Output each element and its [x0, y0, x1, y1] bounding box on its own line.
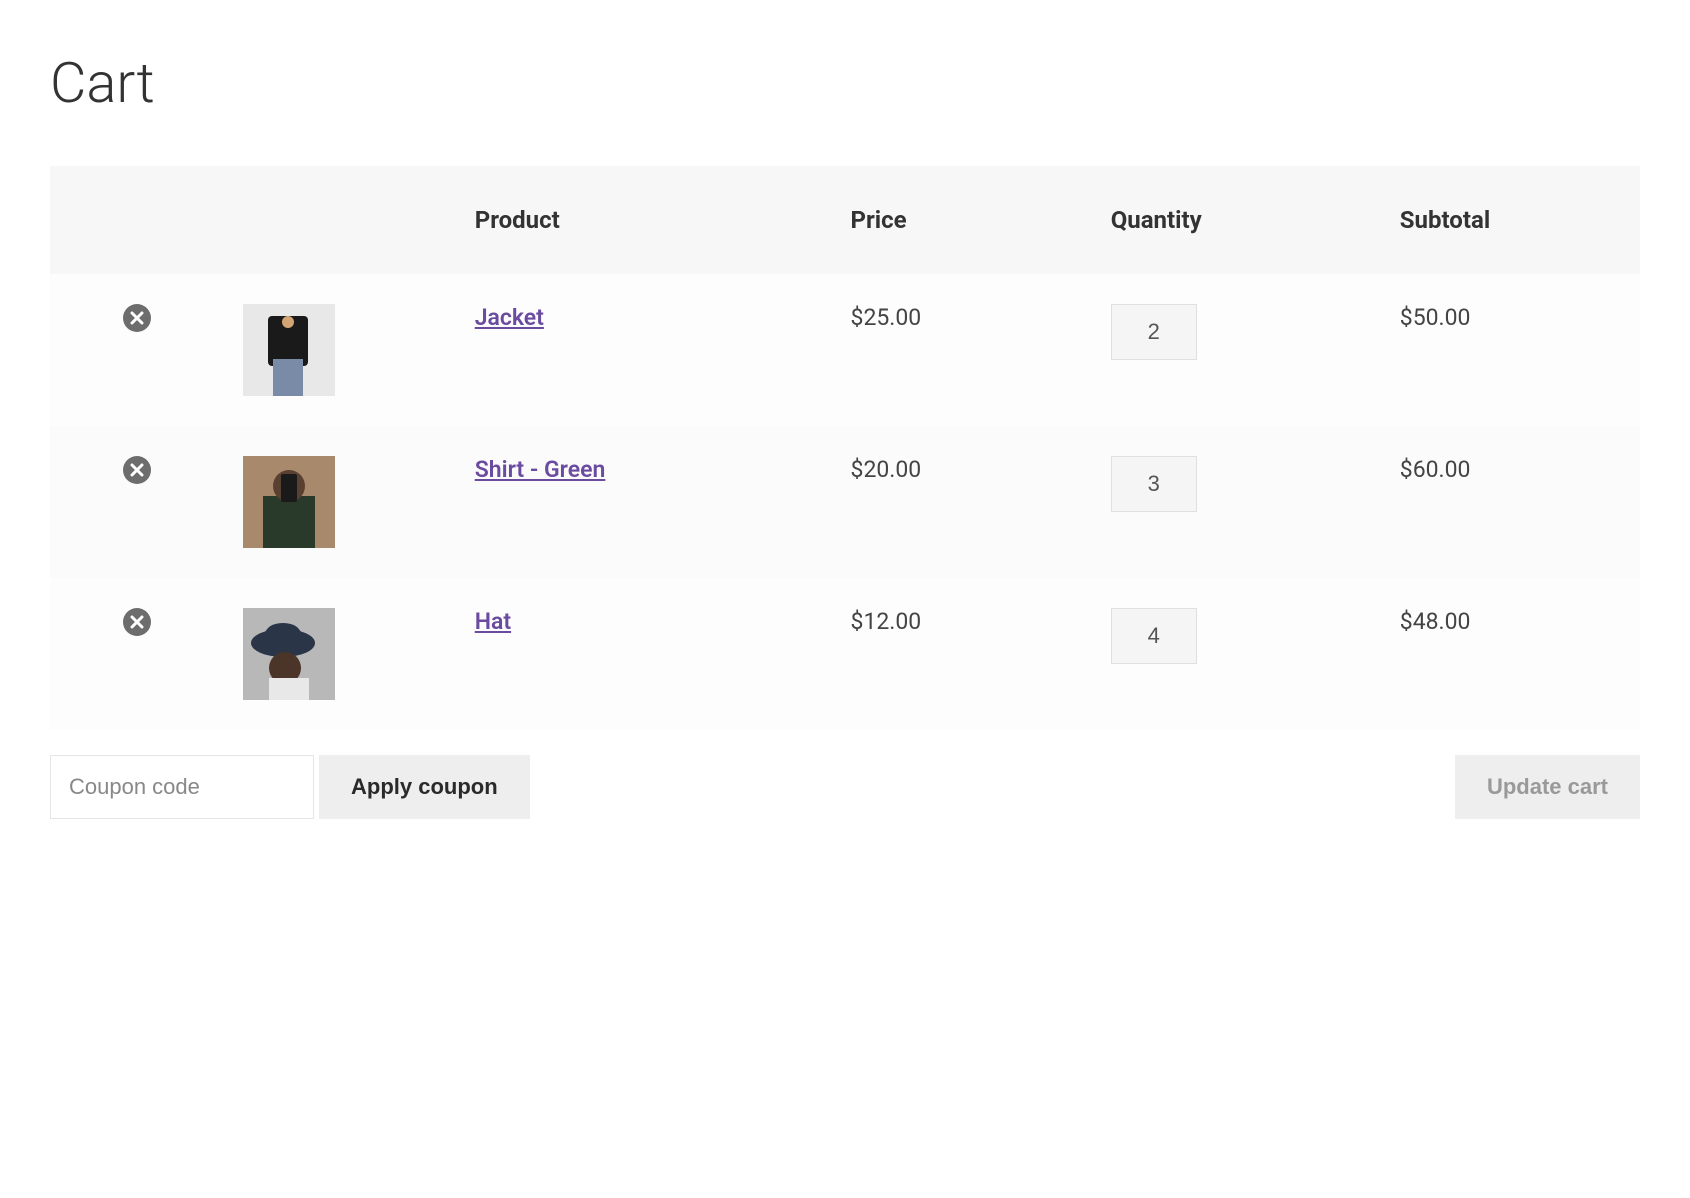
product-link[interactable]: Hat — [475, 608, 511, 635]
quantity-input[interactable] — [1111, 304, 1197, 360]
cart-actions: Apply coupon Update cart — [50, 730, 1640, 819]
product-price: $20.00 — [851, 456, 922, 483]
product-thumbnail[interactable] — [243, 608, 335, 700]
product-price: $25.00 — [851, 304, 922, 331]
close-icon — [130, 615, 144, 629]
quantity-input[interactable] — [1111, 456, 1197, 512]
product-thumbnail[interactable] — [243, 456, 335, 548]
cart-table: Product Price Quantity Subtotal — [50, 166, 1640, 730]
header-thumbnail — [223, 166, 454, 274]
header-price: Price — [831, 166, 1091, 274]
product-link[interactable]: Jacket — [475, 304, 544, 331]
cart-row: Shirt - Green $20.00 $60.00 — [50, 426, 1640, 578]
header-product: Product — [455, 166, 831, 274]
close-icon — [130, 311, 144, 325]
product-subtotal: $48.00 — [1400, 608, 1471, 635]
header-subtotal: Subtotal — [1380, 166, 1640, 274]
header-remove — [50, 166, 223, 274]
product-link[interactable]: Shirt - Green — [475, 456, 606, 483]
apply-coupon-button[interactable]: Apply coupon — [319, 755, 530, 819]
update-cart-button[interactable]: Update cart — [1455, 755, 1640, 819]
coupon-code-input[interactable] — [50, 755, 314, 819]
close-icon — [130, 463, 144, 477]
remove-item-button[interactable] — [123, 608, 151, 636]
product-subtotal: $60.00 — [1400, 456, 1471, 483]
remove-item-button[interactable] — [123, 304, 151, 332]
quantity-input[interactable] — [1111, 608, 1197, 664]
product-thumbnail[interactable] — [243, 304, 335, 396]
header-quantity: Quantity — [1091, 166, 1380, 274]
product-subtotal: $50.00 — [1400, 304, 1471, 331]
cart-row: Hat $12.00 $48.00 — [50, 578, 1640, 730]
product-price: $12.00 — [851, 608, 922, 635]
cart-row: Jacket $25.00 $50.00 — [50, 274, 1640, 426]
page-title: Cart — [50, 50, 1640, 116]
remove-item-button[interactable] — [123, 456, 151, 484]
